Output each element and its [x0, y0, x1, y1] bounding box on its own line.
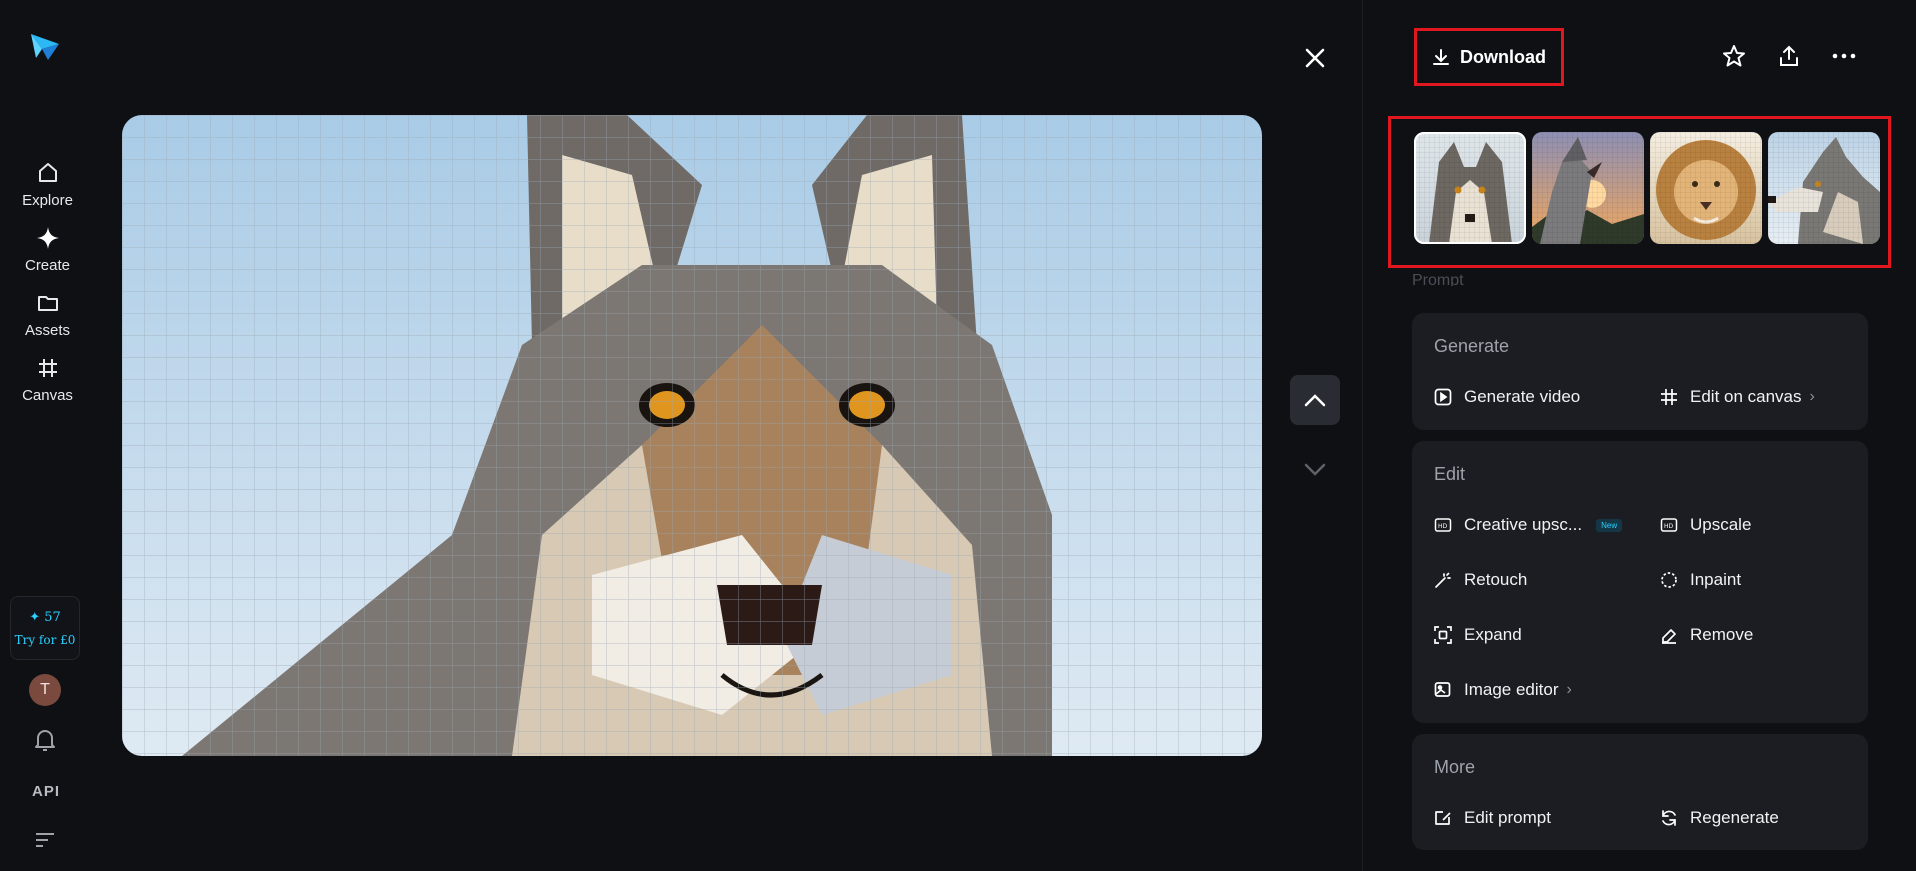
share-icon — [1780, 45, 1798, 66]
image-edit-icon — [1434, 681, 1452, 699]
edit-card: Edit HD Creative upsc... New HD Upscale … — [1412, 441, 1868, 723]
bell-icon[interactable] — [33, 727, 57, 753]
nav-create-label: Create — [24, 257, 71, 274]
thumbnail-lion[interactable] — [1650, 132, 1762, 244]
more-card: More Edit prompt Regenerate — [1412, 734, 1868, 850]
hd-plus-icon: HD — [1434, 516, 1452, 534]
generate-title: Generate — [1434, 336, 1510, 356]
more-options-button[interactable] — [1830, 42, 1858, 70]
inpaint-button[interactable]: Inpaint — [1660, 570, 1741, 590]
nav-assets[interactable]: Assets — [0, 290, 95, 339]
magic-wand-icon — [1434, 571, 1452, 589]
edit-prompt-icon — [1434, 809, 1452, 827]
svg-text:HD: HD — [1438, 523, 1448, 530]
home-icon — [35, 160, 61, 186]
nav-canvas[interactable]: Canvas — [0, 355, 95, 404]
credits-widget[interactable]: ✦ 57 Try for £0 — [10, 596, 80, 660]
credits-count: ✦ 57 — [29, 609, 61, 625]
chevron-up-icon — [1304, 394, 1326, 407]
expand-label: Expand — [1464, 625, 1522, 644]
chevron-right-icon: › — [1809, 388, 1815, 405]
nav-explore-label: Explore — [22, 192, 73, 209]
thumbnail-strip — [1388, 116, 1891, 268]
prompt-label: Prompt — [1412, 272, 1464, 286]
app-logo[interactable] — [28, 30, 62, 64]
favorite-button[interactable] — [1720, 42, 1748, 70]
frame-icon — [1660, 388, 1678, 406]
image-editor-label: Image editor — [1464, 680, 1559, 699]
more-horizontal-icon — [1832, 53, 1856, 59]
main-image — [122, 115, 1262, 756]
play-square-icon — [1434, 388, 1452, 406]
close-icon[interactable] — [1300, 43, 1330, 73]
nav-canvas-label: Canvas — [22, 387, 73, 404]
previous-image-button[interactable] — [1290, 375, 1340, 425]
star-icon — [1723, 45, 1745, 67]
download-label: Download — [1460, 46, 1546, 67]
more-title: More — [1434, 757, 1476, 777]
panel-divider — [1362, 0, 1363, 871]
expand-button[interactable]: Expand — [1434, 625, 1522, 645]
sparkle-icon — [35, 225, 61, 251]
retouch-button[interactable]: Retouch — [1434, 570, 1527, 590]
chevron-down-icon — [1304, 463, 1326, 476]
chevron-right-icon: › — [1566, 681, 1572, 698]
edit-prompt-label: Edit prompt — [1464, 808, 1551, 827]
next-image-button[interactable] — [1290, 445, 1340, 495]
try-free-link[interactable]: Try for £0 — [15, 633, 76, 647]
hd-icon: HD — [1660, 516, 1678, 534]
svg-text:HD: HD — [1664, 523, 1674, 530]
menu-icon[interactable] — [35, 832, 55, 848]
expand-icon — [1434, 626, 1452, 644]
api-link[interactable]: API — [32, 783, 60, 800]
upscale-button[interactable]: HD Upscale — [1660, 515, 1751, 535]
download-button[interactable]: Download — [1414, 28, 1564, 86]
edit-title: Edit — [1434, 464, 1466, 484]
wolf-pixel-art-image — [122, 115, 1262, 756]
remove-label: Remove — [1690, 625, 1754, 644]
nav-explore[interactable]: Explore — [0, 160, 95, 209]
image-editor-button[interactable]: Image editor › — [1434, 680, 1572, 700]
edit-on-canvas-label: Edit on canvas — [1690, 387, 1802, 406]
frame-icon — [35, 355, 61, 381]
retouch-label: Retouch — [1464, 570, 1528, 589]
remove-button[interactable]: Remove — [1660, 625, 1753, 645]
thumbnail-wolf-front[interactable] — [1414, 132, 1526, 244]
download-icon — [1433, 49, 1449, 65]
edit-prompt-button[interactable]: Edit prompt — [1434, 808, 1551, 828]
creative-upscale-button[interactable]: HD Creative upsc... New — [1434, 515, 1623, 535]
creative-upscale-label: Creative upsc... — [1464, 515, 1583, 534]
generate-video-button[interactable]: Generate video — [1434, 387, 1580, 407]
thumbnail-wolf-profile[interactable] — [1768, 132, 1880, 244]
folder-icon — [35, 290, 61, 316]
regenerate-icon — [1660, 809, 1678, 827]
new-badge: New — [1596, 518, 1623, 532]
share-button[interactable] — [1775, 42, 1803, 70]
upscale-label: Upscale — [1690, 515, 1752, 534]
regenerate-label: Regenerate — [1690, 808, 1779, 827]
regenerate-button[interactable]: Regenerate — [1660, 808, 1779, 828]
inpaint-label: Inpaint — [1690, 570, 1742, 589]
thumbnail-wolf-howling[interactable] — [1532, 132, 1644, 244]
nav-assets-label: Assets — [24, 322, 70, 339]
avatar[interactable]: T — [29, 674, 61, 706]
generate-video-label: Generate video — [1464, 387, 1581, 406]
dashed-brush-icon — [1660, 571, 1678, 589]
eraser-icon — [1660, 626, 1678, 644]
left-sidebar: Explore Create Assets Canvas ✦ 57 Try fo… — [0, 0, 95, 871]
generate-card: Generate Generate video Edit on canvas › — [1412, 313, 1868, 430]
nav-create[interactable]: Create — [0, 225, 95, 274]
edit-on-canvas-button[interactable]: Edit on canvas › — [1660, 387, 1815, 407]
